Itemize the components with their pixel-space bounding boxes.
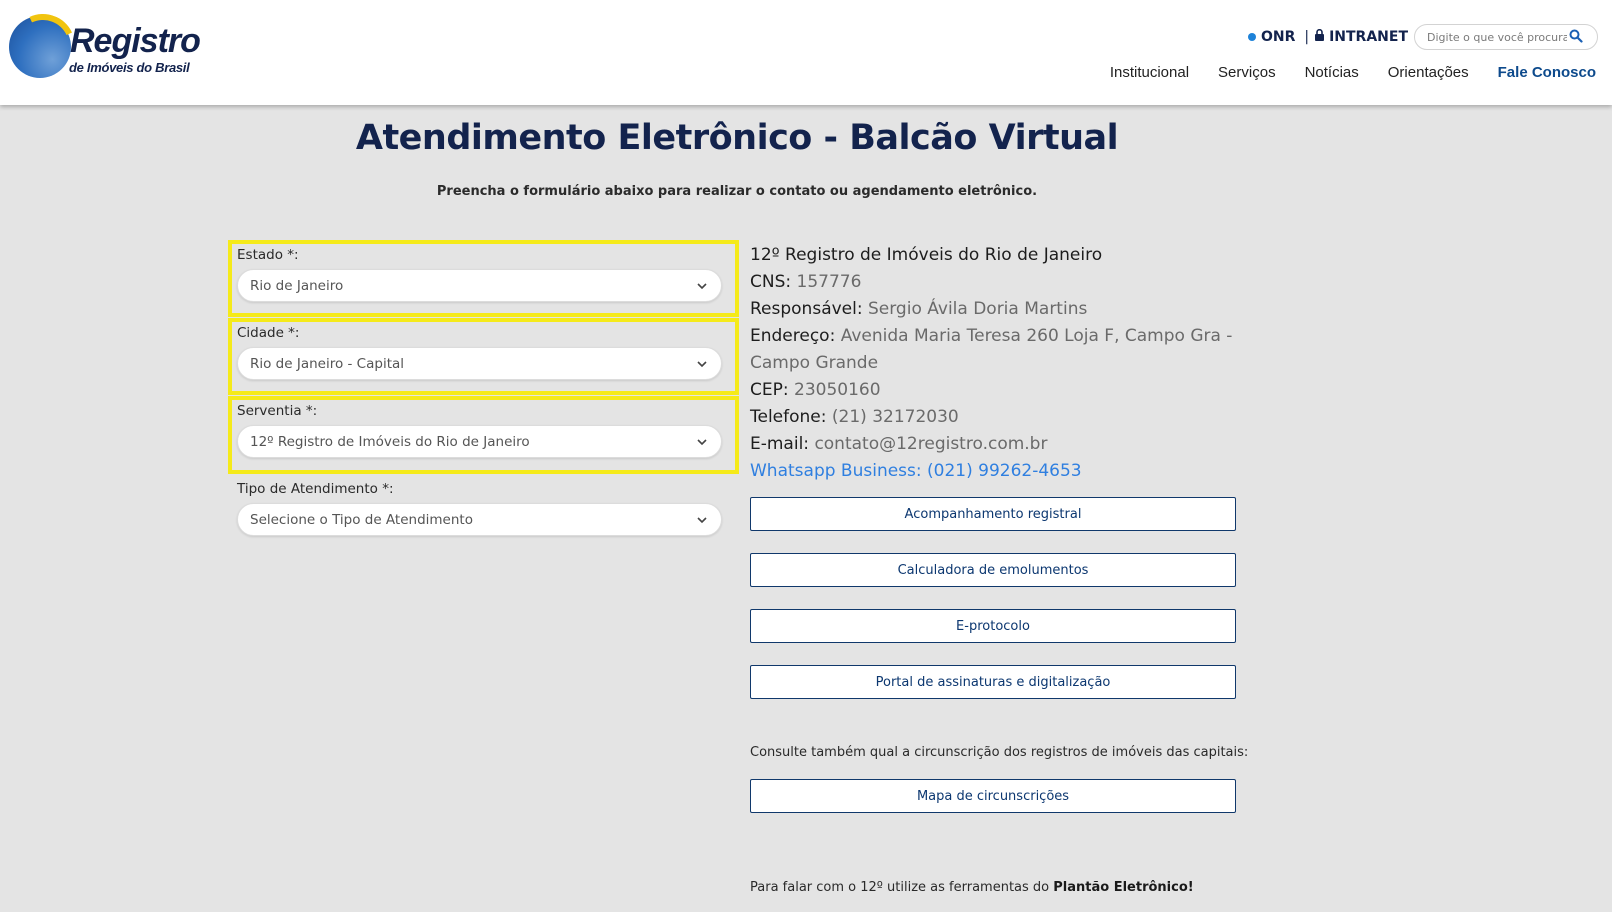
endereco-line-2: Campo Grande — [750, 350, 1250, 377]
nav-noticias[interactable]: Notícias — [1305, 64, 1359, 81]
onr-link[interactable]: ONR — [1247, 29, 1296, 45]
logo-subtitle: de Imóveis do Brasil — [69, 60, 190, 75]
telefone-value: (21) 32172030 — [831, 407, 959, 427]
serventia-name: 12º Registro de Imóveis do Rio de Janeir… — [750, 245, 1103, 265]
cep-label: CEP: — [750, 380, 789, 400]
tipo-label: Tipo de Atendimento *: — [237, 481, 394, 497]
serventia-select[interactable]: 12º Registro de Imóveis do Rio de Janeir… — [237, 425, 722, 458]
logo-title: Registro — [70, 22, 201, 60]
eprotocolo-button[interactable]: E-protocolo — [750, 609, 1236, 643]
cns-label: CNS: — [750, 272, 792, 292]
cidade-label: Cidade *: — [237, 325, 300, 341]
onr-label: ONR — [1260, 29, 1296, 45]
estado-field: Estado *: Rio de Janeiro — [228, 240, 739, 317]
cns-line: CNS: 157776 — [750, 269, 1250, 296]
endereco-label: Endereço: — [750, 326, 836, 346]
tipo-select[interactable]: Selecione o Tipo de Atendimento — [237, 503, 722, 536]
calculadora-button[interactable]: Calculadora de emolumentos — [750, 553, 1236, 587]
search-input[interactable] — [1425, 29, 1569, 45]
serventia-info: 12º Registro de Imóveis do Rio de Janeir… — [750, 242, 1250, 485]
email-value[interactable]: contato@12registro.com.br — [814, 434, 1047, 454]
consulte-text: Consulte também qual a circunscrição dos… — [750, 745, 1249, 760]
whatsapp-line[interactable]: Whatsapp Business: (021) 99262-4653 — [750, 458, 1250, 485]
footer-note: Para falar com o 12º utilize as ferramen… — [750, 880, 1194, 895]
endereco-value-2: Campo Grande — [750, 353, 879, 373]
serventia-value: 12º Registro de Imóveis do Rio de Janeir… — [250, 433, 530, 450]
telefone-label: Telefone: — [750, 407, 827, 427]
nav-fale-conosco[interactable]: Fale Conosco — [1498, 64, 1596, 81]
nav-servicos[interactable]: Serviços — [1218, 64, 1276, 81]
site-logo[interactable]: Registro de Imóveis do Brasil — [1, 4, 201, 88]
cidade-value: Rio de Janeiro - Capital — [250, 355, 405, 372]
lock-icon — [1315, 28, 1325, 45]
intranet-label: INTRANET — [1329, 29, 1408, 45]
main-nav: Institucional Serviços Notícias Orientaç… — [1081, 64, 1596, 81]
nav-institucional[interactable]: Institucional — [1110, 64, 1189, 81]
cidade-field: Cidade *: Rio de Janeiro - Capital — [228, 318, 739, 395]
nav-orientacoes[interactable]: Orientações — [1388, 64, 1469, 81]
search-icon[interactable] — [1569, 28, 1583, 47]
site-header: Registro de Imóveis do Brasil ONR | INTR… — [0, 0, 1612, 105]
chevron-down-icon — [697, 282, 707, 289]
acompanhamento-button[interactable]: Acompanhamento registral — [750, 497, 1236, 531]
whatsapp-value: (021) 99262-4653 — [927, 461, 1082, 481]
utility-bar: ONR | INTRANET — [1247, 24, 1598, 50]
page-title: Atendimento Eletrônico - Balcão Virtual — [355, 118, 1119, 158]
intranet-link[interactable]: INTRANET — [1315, 28, 1408, 45]
cidade-select[interactable]: Rio de Janeiro - Capital — [237, 347, 722, 380]
chevron-down-icon — [697, 360, 707, 367]
tipo-field: Tipo de Atendimento *: Selecione o Tipo … — [232, 478, 735, 548]
serventia-label: Serventia *: — [237, 403, 318, 419]
page-subtitle: Preencha o formulário abaixo para realiz… — [436, 184, 1038, 199]
endereco-value: Avenida Maria Teresa 260 Loja F, Campo G… — [840, 326, 1233, 346]
cep-line: CEP: 23050160 — [750, 377, 1250, 404]
tipo-value: Selecione o Tipo de Atendimento — [250, 511, 473, 528]
estado-select[interactable]: Rio de Janeiro — [237, 269, 722, 302]
endereco-line: Endereço: Avenida Maria Teresa 260 Loja … — [750, 323, 1250, 350]
telefone-line: Telefone: (21) 32172030 — [750, 404, 1250, 431]
whatsapp-label: Whatsapp Business: — [750, 461, 922, 481]
search-box — [1414, 24, 1598, 50]
chevron-down-icon — [697, 438, 707, 445]
footer-prefix: Para falar com o 12º utilize as ferramen… — [750, 880, 1050, 895]
cep-value: 23050160 — [794, 380, 881, 400]
plantao-link[interactable]: Plantão Eletrônico! — [1053, 880, 1193, 895]
cns-value: 157776 — [796, 272, 862, 292]
chevron-down-icon — [697, 516, 707, 523]
email-label: E-mail: — [750, 434, 810, 454]
responsavel-line: Responsável: Sergio Ávila Doria Martins — [750, 296, 1250, 323]
estado-value: Rio de Janeiro — [250, 277, 344, 294]
responsavel-value: Sergio Ávila Doria Martins — [867, 299, 1088, 319]
serventia-field: Serventia *: 12º Registro de Imóveis do … — [228, 396, 739, 474]
email-line: E-mail: contato@12registro.com.br — [750, 431, 1250, 458]
estado-label: Estado *: — [237, 247, 299, 263]
portal-assinaturas-button[interactable]: Portal de assinaturas e digitalização — [750, 665, 1236, 699]
onr-dot-icon — [1247, 33, 1256, 41]
responsavel-label: Responsável: — [750, 299, 863, 319]
util-separator: | — [1304, 29, 1310, 45]
mapa-circunscricoes-button[interactable]: Mapa de circunscrições — [750, 779, 1236, 813]
